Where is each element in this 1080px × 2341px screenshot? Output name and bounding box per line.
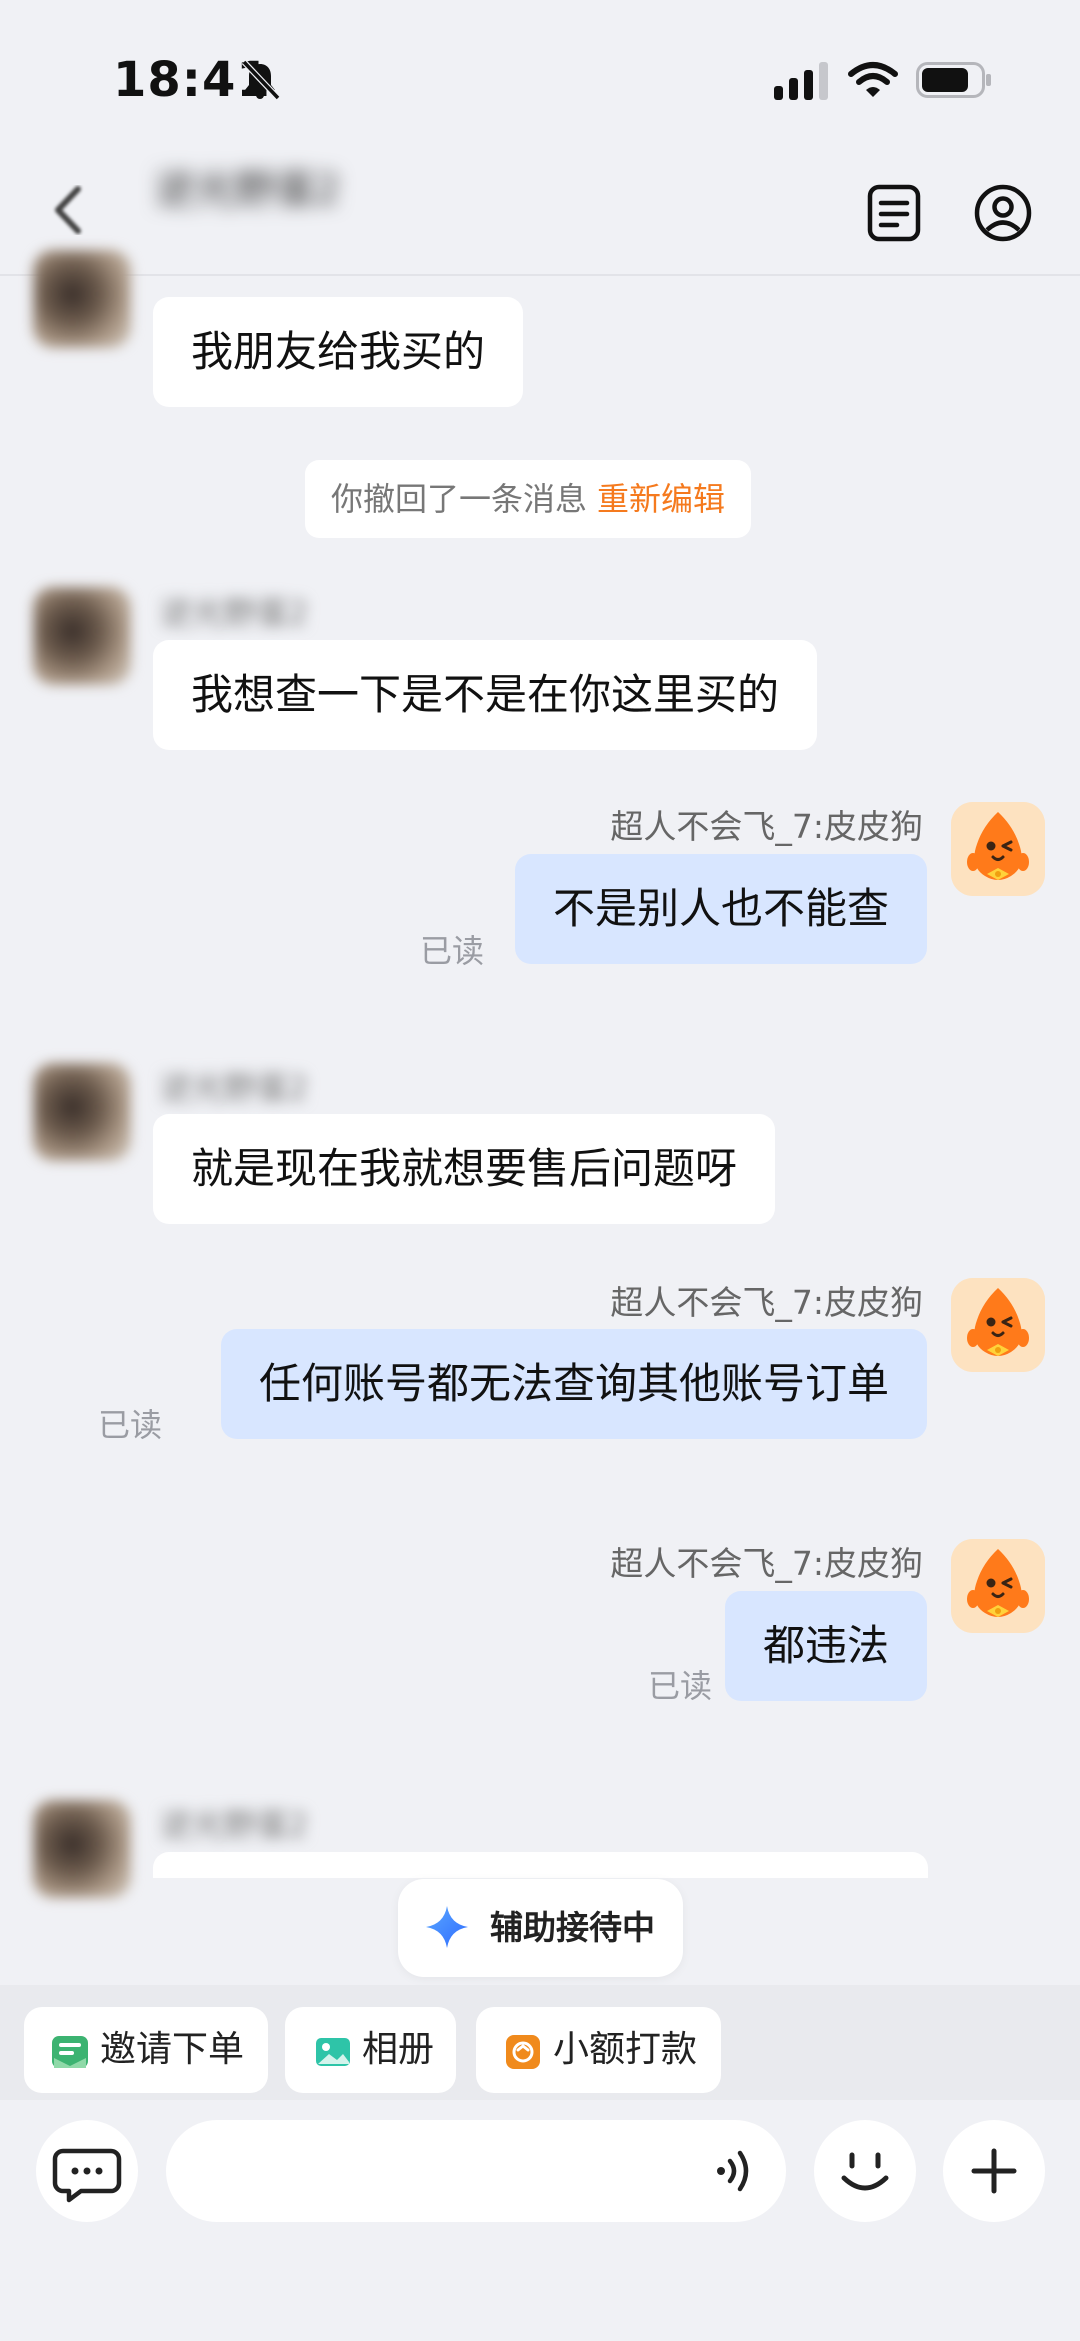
customer-avatar[interactable] (33, 587, 131, 685)
chat-bubble-icon (52, 2148, 122, 2203)
customer-avatar[interactable] (33, 1800, 131, 1898)
album-label: 相册 (362, 2029, 435, 2070)
album-icon (316, 2038, 350, 2066)
message-bubble-incoming: 我朋友给我买的 (153, 297, 524, 407)
message-bubble-outgoing: 任何账号都无法查询其他账号订单 (220, 1329, 927, 1439)
customer-avatar[interactable] (33, 250, 131, 348)
assist-status-label: 辅助接待中 (490, 1908, 655, 1947)
message-bubble-outgoing: 不是别人也不能查 (514, 854, 927, 964)
mascot-avatar-icon (951, 802, 1045, 896)
read-status: 已读 (98, 1406, 163, 1444)
more-actions-button[interactable] (943, 2120, 1045, 2222)
small-payment-icon (506, 2035, 540, 2069)
read-status: 已读 (648, 1667, 713, 1705)
message-bubble-outgoing: 都违法 (724, 1591, 927, 1701)
header-divider (0, 274, 1080, 276)
cellular-signal-icon (774, 62, 828, 100)
agent-avatar[interactable] (951, 1539, 1045, 1633)
invite-order-label: 邀请下单 (100, 2029, 245, 2070)
emoji-button[interactable] (814, 2120, 916, 2222)
recall-notice: 你撤回了一条消息 重新编辑 (305, 460, 752, 538)
sparkle-icon (426, 1906, 468, 1948)
sender-name: 逆光野蛋2 (160, 1069, 309, 1107)
message-bubble-incoming: 就是现在我就想要售后问题呀 (153, 1114, 776, 1224)
read-status: 已读 (420, 932, 485, 970)
back-arrow-icon[interactable] (50, 185, 86, 235)
quick-reply-button[interactable] (36, 2120, 138, 2222)
invite-order-icon (52, 2036, 88, 2068)
agent-avatar[interactable] (951, 802, 1045, 896)
small-payment-label: 小额打款 (553, 2029, 698, 2070)
plus-icon (971, 2148, 1017, 2194)
mascot-avatar-icon (951, 1539, 1045, 1633)
agent-avatar[interactable] (951, 1278, 1045, 1372)
bell-muted-icon (241, 59, 281, 101)
message-bubble-incoming-partial (153, 1852, 928, 1878)
message-input[interactable] (166, 2120, 786, 2222)
sender-name: 逆光野蛋2 (160, 1806, 309, 1844)
wifi-icon (848, 62, 898, 97)
user-profile-icon[interactable] (973, 183, 1033, 243)
sender-name: 逆光野蛋2 (160, 594, 309, 632)
customer-avatar[interactable] (33, 1063, 131, 1161)
voice-input-icon[interactable] (714, 2147, 758, 2195)
contact-name[interactable]: 逆光野蛋2 (155, 160, 340, 220)
sender-name: 超人不会飞_7:皮皮狗 (610, 807, 923, 846)
sender-name: 超人不会飞_7:皮皮狗 (610, 1283, 923, 1322)
recall-notice-text: 你撤回了一条消息 (331, 480, 588, 518)
battery-icon (916, 62, 991, 98)
mascot-avatar-icon (951, 1278, 1045, 1372)
order-list-icon[interactable] (866, 183, 922, 243)
sender-name: 超人不会飞_7:皮皮狗 (610, 1544, 923, 1583)
message-bubble-incoming: 我想查一下是不是在你这里买的 (153, 640, 818, 750)
re-edit-link[interactable]: 重新编辑 (597, 480, 725, 518)
smile-icon (841, 2152, 889, 2191)
